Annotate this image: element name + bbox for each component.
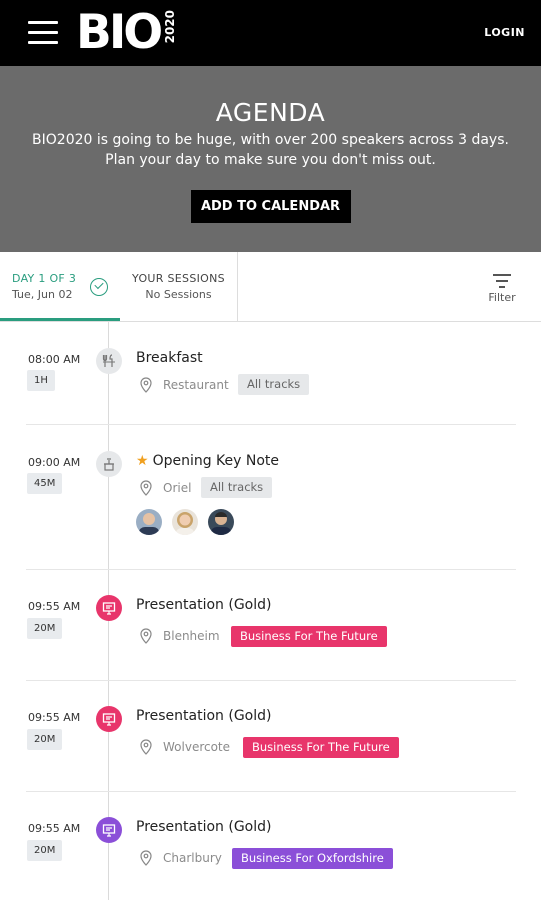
logo-year: 2020: [163, 10, 178, 44]
speaker-avatar[interactable]: [136, 509, 162, 535]
check-circle-icon: [90, 278, 108, 296]
track-badge[interactable]: Business For The Future: [231, 626, 387, 647]
session-location: Wolvercote: [163, 740, 231, 754]
logo-text: BIO: [76, 5, 163, 60]
speaker-avatar[interactable]: [172, 509, 198, 535]
track-badge[interactable]: All tracks: [201, 477, 273, 498]
podium-icon: [96, 451, 122, 477]
track-badge[interactable]: Business For Oxfordshire: [232, 848, 393, 869]
track-badge[interactable]: All tracks: [238, 374, 310, 395]
session-time: 09:55 AM: [28, 600, 81, 613]
session-item[interactable]: 09:55 AM 20M Presentation (Gold) Blenhei…: [0, 570, 541, 681]
session-title: Presentation (Gold): [136, 708, 272, 724]
star-icon[interactable]: ★: [136, 453, 149, 469]
location-pin-icon: [140, 480, 152, 496]
session-duration: 1H: [27, 370, 55, 391]
cutlery-icon: [96, 348, 122, 374]
hero-line-1: BIO2020 is going to be huge, with over 2…: [32, 132, 509, 148]
session-title: Breakfast: [136, 350, 203, 366]
location-pin-icon: [140, 739, 152, 755]
session-item[interactable]: 08:00 AM 1H Breakfast Restaurant All tra…: [0, 322, 541, 425]
session-title: Presentation (Gold): [136, 597, 272, 613]
page-title: AGENDA: [215, 98, 326, 127]
filter-icon: [493, 274, 511, 288]
login-link[interactable]: LOGIN: [484, 26, 525, 39]
session-location: Oriel: [163, 481, 192, 495]
logo[interactable]: BIO 2020: [76, 5, 178, 60]
session-location: Restaurant: [163, 378, 229, 392]
presentation-icon: [96, 706, 122, 732]
session-title: ★ Opening Key Note: [136, 453, 279, 469]
agenda-hero: AGENDA BIO2020 is going to be huge, with…: [0, 66, 541, 252]
tab-your-sessions[interactable]: YOUR SESSIONS No Sessions: [120, 252, 238, 321]
hero-line-2: Plan your day to make sure you don't mis…: [105, 152, 436, 168]
session-time: 09:55 AM: [28, 711, 81, 724]
session-item[interactable]: 09:55 AM 20M Presentation (Gold) Wolverc…: [0, 681, 541, 792]
session-title-text: Opening Key Note: [152, 453, 280, 469]
session-location: Blenheim: [163, 629, 220, 643]
session-time: 09:00 AM: [28, 456, 81, 469]
filter-button[interactable]: Filter: [485, 274, 519, 304]
session-duration: 20M: [27, 618, 63, 639]
session-item[interactable]: 09:00 AM 45M ★ Opening Key Note Oriel All…: [0, 425, 541, 570]
filter-label: Filter: [488, 291, 516, 304]
session-duration: 20M: [27, 729, 63, 750]
session-title: Presentation (Gold): [136, 819, 272, 835]
tab-sessions-sub: No Sessions: [145, 288, 212, 301]
hero-description: BIO2020 is going to be huge, with over 2…: [0, 130, 541, 170]
session-item[interactable]: 09:55 AM 20M Presentation (Gold) Charlbu…: [0, 792, 541, 900]
session-location: Charlbury: [163, 851, 222, 865]
agenda-tabs: DAY 1 OF 3 Tue, Jun 02 YOUR SESSIONS No …: [0, 252, 541, 322]
menu-icon[interactable]: [28, 21, 58, 45]
location-pin-icon: [140, 850, 152, 866]
tab-day-label: DAY 1 OF 3: [12, 272, 77, 285]
session-time: 09:55 AM: [28, 822, 81, 835]
tab-sessions-label: YOUR SESSIONS: [132, 272, 225, 285]
presentation-icon: [96, 595, 122, 621]
presentation-icon: [96, 817, 122, 843]
add-to-calendar-button[interactable]: ADD TO CALENDAR: [190, 190, 351, 223]
session-duration: 20M: [27, 840, 63, 861]
location-pin-icon: [140, 377, 152, 393]
location-pin-icon: [140, 628, 152, 644]
session-duration: 45M: [27, 473, 63, 494]
track-badge[interactable]: Business For The Future: [243, 737, 399, 758]
tab-day[interactable]: DAY 1 OF 3 Tue, Jun 02: [0, 252, 120, 321]
speaker-avatar[interactable]: [208, 509, 234, 535]
tab-day-date: Tue, Jun 02: [12, 288, 73, 301]
top-bar: BIO 2020 LOGIN: [0, 0, 541, 66]
session-time: 08:00 AM: [28, 353, 81, 366]
